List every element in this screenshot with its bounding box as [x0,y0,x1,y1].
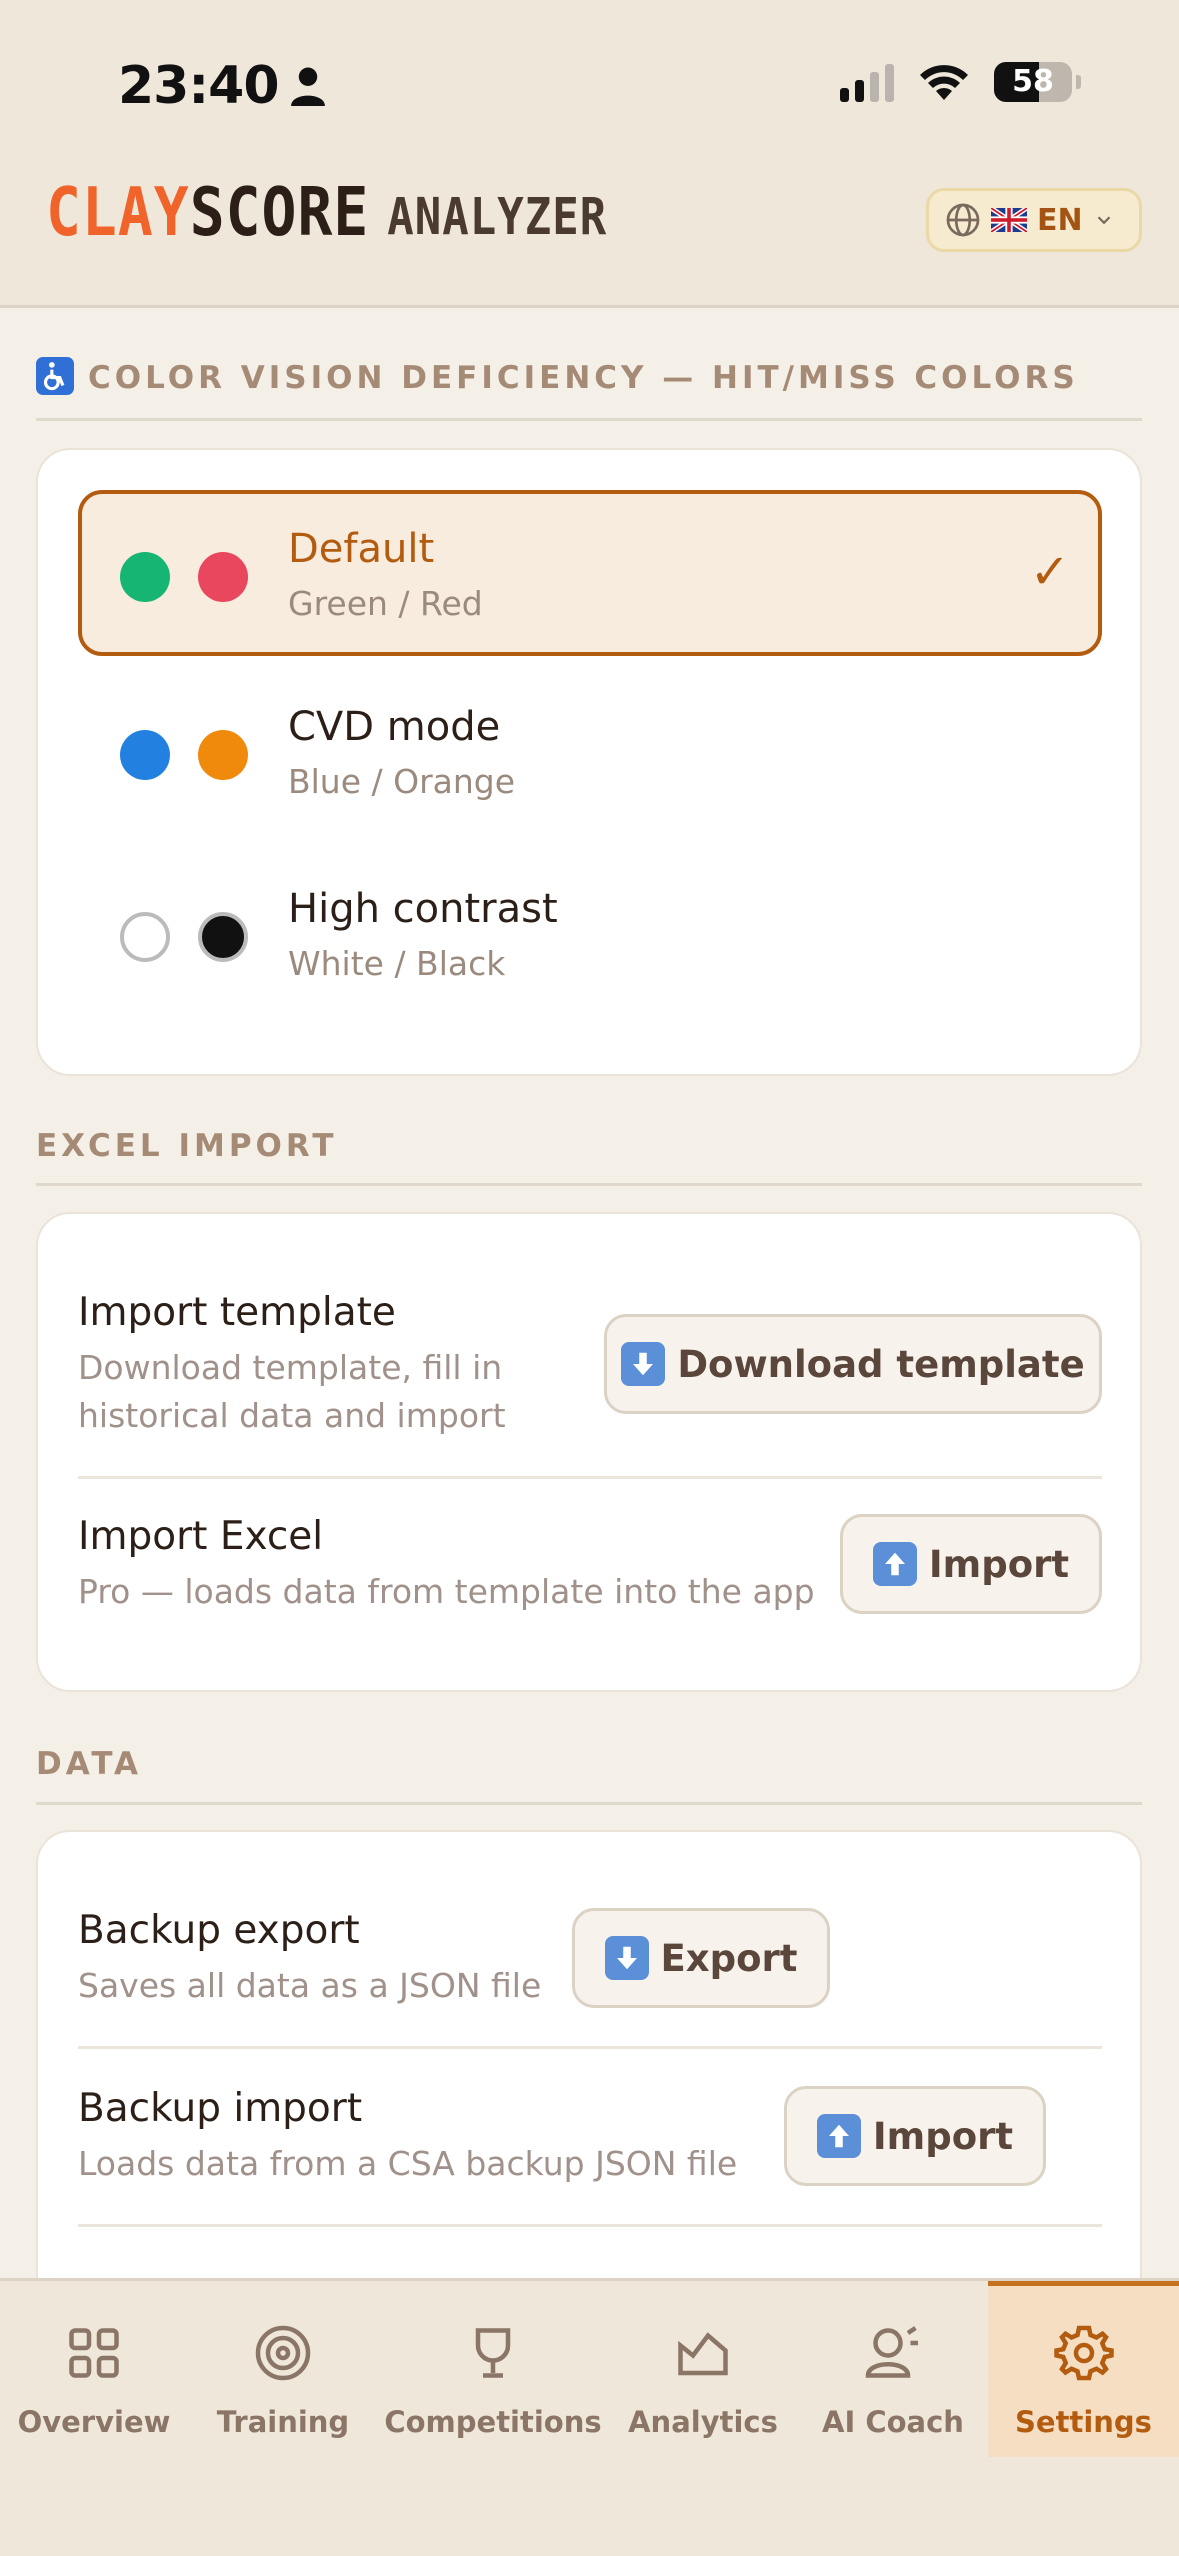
cvd-card: Default Green / Red ✓ CVD mode Blue / Or… [36,448,1142,1076]
language-selector[interactable]: EN [926,188,1142,252]
checkmark-icon: ✓ [1029,544,1070,600]
hit-color-dot [120,730,170,780]
target-icon [255,2325,311,2381]
chevron-down-icon [1097,216,1110,225]
app-header: 23:40 58 CLAY SCORE ANALYZER EN [0,0,1179,308]
wifi-icon [920,65,968,100]
nav-competitions[interactable]: Competitions [378,2281,608,2457]
trophy-icon [475,2328,511,2378]
download-arrow-icon [604,1936,649,1980]
globe-icon [946,203,980,237]
battery-icon: 58 [994,62,1072,102]
coach-icon [865,2326,918,2378]
data-card: Backup export Saves all data as a JSON f… [36,1830,1142,2350]
hit-color-dot [120,912,170,962]
import-excel-button[interactable]: Import [840,1514,1102,1614]
upload-arrow-icon [872,1542,917,1586]
cvd-option-default[interactable]: Default Green / Red ✓ [78,490,1102,656]
status-icons: 58 [840,62,1081,102]
backup-export-button[interactable]: Export [572,1908,830,2008]
miss-color-dot [198,730,248,780]
cvd-option-cvd-mode[interactable]: CVD mode Blue / Orange [78,672,1102,838]
person-icon [290,67,325,106]
backup-import-button[interactable]: Import [784,2086,1046,2186]
status-time: 23:40 [118,56,327,116]
miss-color-dot [198,552,248,602]
excel-card: Import template Download template, fill … [36,1212,1142,1692]
import-template-desc: Download template, fill in historical da… [78,1348,506,1435]
chart-icon [678,2332,728,2376]
nav-settings[interactable]: Settings [988,2281,1179,2457]
nav-analytics[interactable]: Analytics [608,2281,798,2457]
miss-color-dot [198,912,248,962]
download-template-button[interactable]: Download template [604,1314,1102,1414]
hit-color-dot [120,552,170,602]
grid-icon [69,2328,119,2378]
nav-overview[interactable]: Overview [0,2281,188,2457]
cvd-option-high-contrast[interactable]: High contrast White / Black [78,854,1102,1020]
signal-icon [840,62,894,102]
data-section-title: DATA [36,1746,143,1782]
app-logo: CLAY SCORE ANALYZER [46,172,608,252]
nav-training[interactable]: Training [188,2281,378,2457]
bottom-nav: Overview Training Competitions Analytics… [0,2278,1179,2556]
uk-flag-icon [991,208,1027,232]
excel-section-title: EXCEL IMPORT [36,1128,338,1164]
download-arrow-icon [621,1342,666,1386]
accessibility-icon [36,356,74,395]
gear-icon [1053,2325,1114,2381]
upload-arrow-icon [816,2114,861,2158]
nav-ai-coach[interactable]: AI Coach [798,2281,988,2457]
cvd-section-title: COLOR VISION DEFICIENCY — HIT/MISS COLOR… [36,356,1079,399]
